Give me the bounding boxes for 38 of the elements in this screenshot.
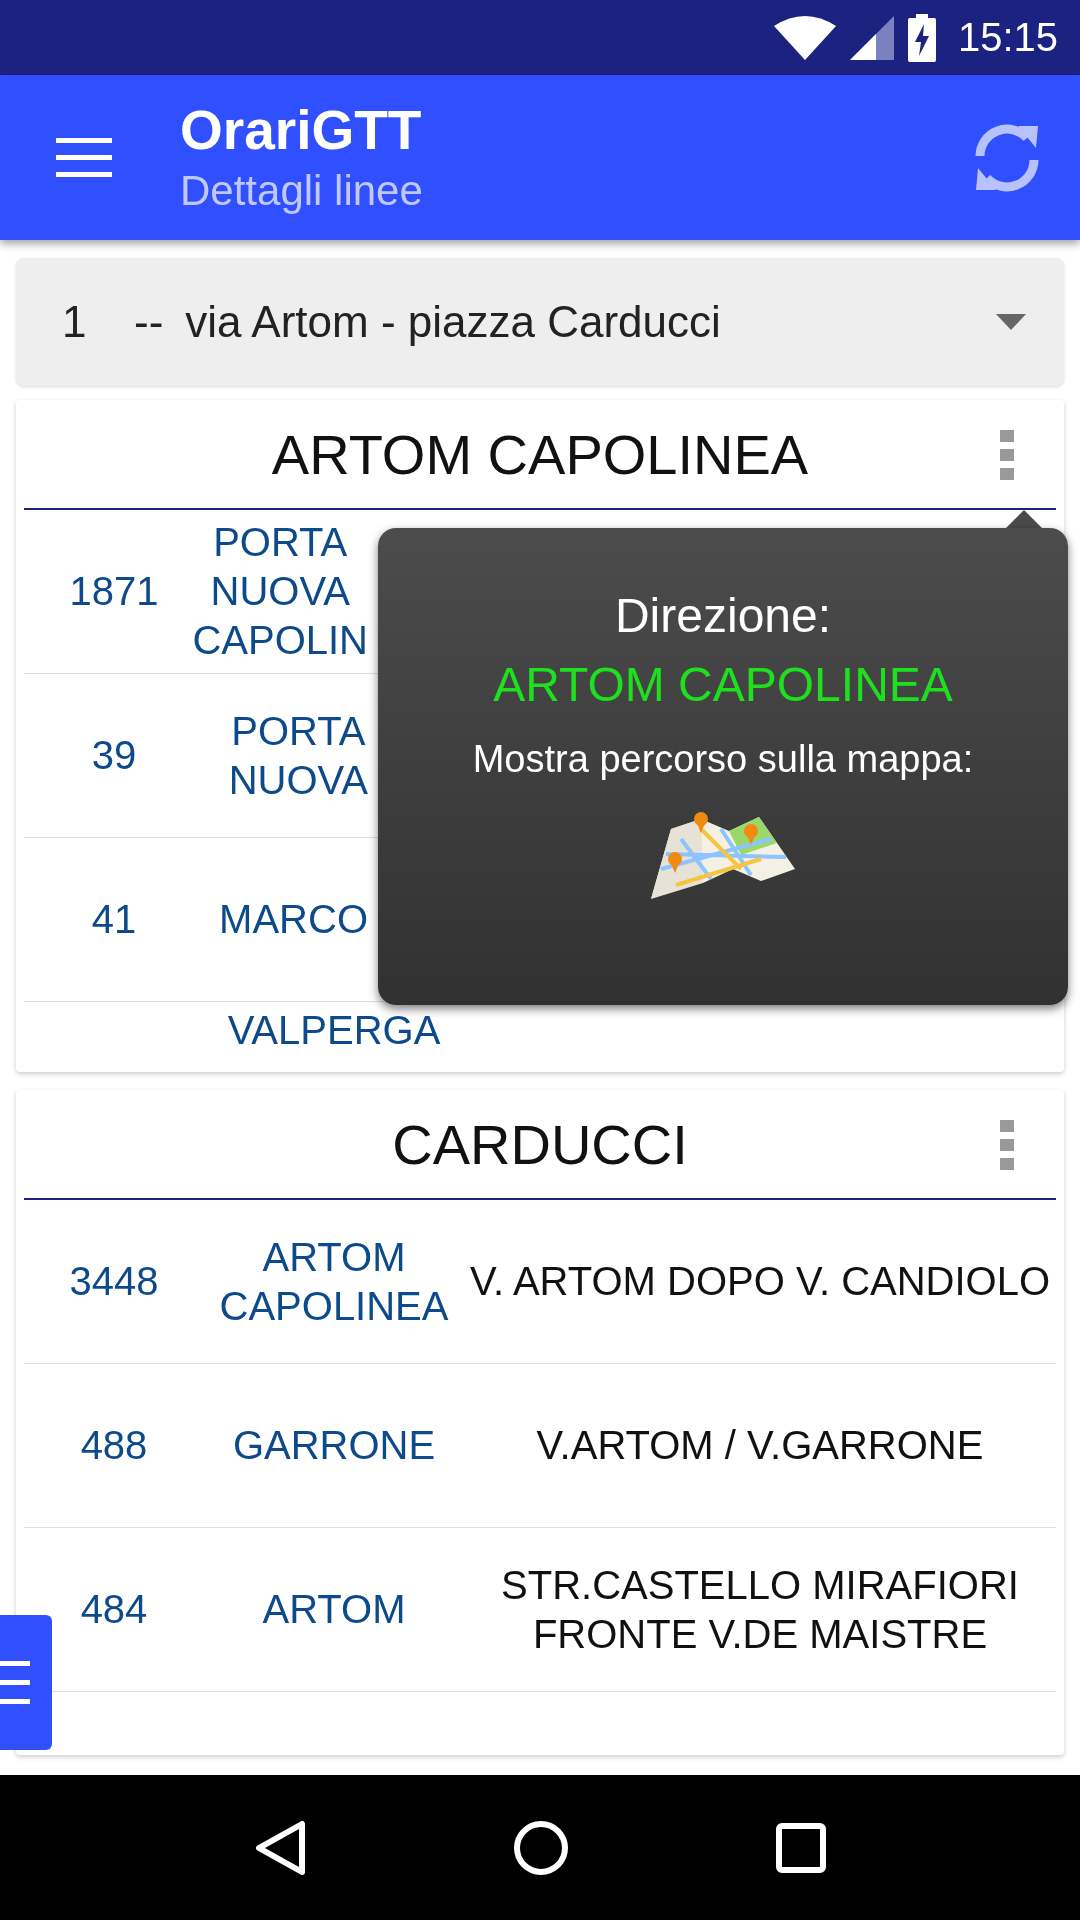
stop-area[interactable]: ARTOM CAPOLINEA <box>204 1232 464 1331</box>
menu-icon <box>0 1660 30 1705</box>
signal-icon <box>849 15 894 60</box>
clock-time: 15:15 <box>957 15 1058 60</box>
stop-name[interactable]: STR.CASTELLO MIRAFIORI FRONTE V.DE MAISTRE <box>464 1560 1056 1659</box>
map-prompt: Mostra percorso sulla mappa: <box>472 738 974 781</box>
stop-area[interactable]: ARTOM <box>204 1585 464 1634</box>
recents-icon[interactable] <box>776 1822 827 1873</box>
drawer-handle[interactable] <box>0 1615 52 1750</box>
stop-area[interactable]: PORTA NUOVA CAPOLIN <box>192 518 368 665</box>
stop-code[interactable]: 41 <box>91 897 137 941</box>
direction-name: ARTOM CAPOLINEA <box>493 657 953 712</box>
overflow-menu-icon[interactable] <box>1000 430 1014 480</box>
stop-code[interactable]: 484 <box>80 1587 148 1631</box>
direction-label: Direzione: <box>614 588 832 643</box>
overflow-menu-icon[interactable] <box>1000 1120 1014 1170</box>
screen-subtitle: Dettagli linee <box>180 165 424 216</box>
stop-name[interactable]: V.ARTOM / V.GARRONE <box>464 1421 1056 1470</box>
stop-name[interactable]: V. ARTOM DOPO V. CANDIOLO <box>464 1257 1056 1306</box>
stop-code[interactable]: 39 <box>91 733 137 777</box>
stop-code[interactable]: 488 <box>80 1423 148 1467</box>
back-icon[interactable] <box>253 1819 306 1876</box>
wifi-icon <box>773 15 836 60</box>
dropdown-arrow-icon <box>996 314 1026 330</box>
line-dropdown[interactable]: 1 -- via Artom - piazza Carducci <box>16 258 1064 386</box>
direction-title: ARTOM CAPOLINEA <box>271 421 809 487</box>
popup-pointer <box>1006 510 1042 528</box>
menu-icon[interactable] <box>56 137 112 178</box>
app-title: OrariGTT <box>180 97 423 163</box>
stop-code[interactable]: 1871 <box>69 569 159 613</box>
battery-icon <box>907 13 936 62</box>
stop-area[interactable]: MARCO <box>219 895 368 944</box>
stop-area[interactable]: PORTA NUOVA <box>228 706 368 805</box>
stop-code[interactable]: 3448 <box>69 1259 159 1303</box>
home-icon[interactable] <box>513 1819 569 1876</box>
stop-area[interactable]: VALPERGA <box>227 1006 441 1055</box>
stop-area[interactable]: GARRONE <box>204 1421 464 1470</box>
direction-title: CARDUCCI <box>392 1111 688 1177</box>
